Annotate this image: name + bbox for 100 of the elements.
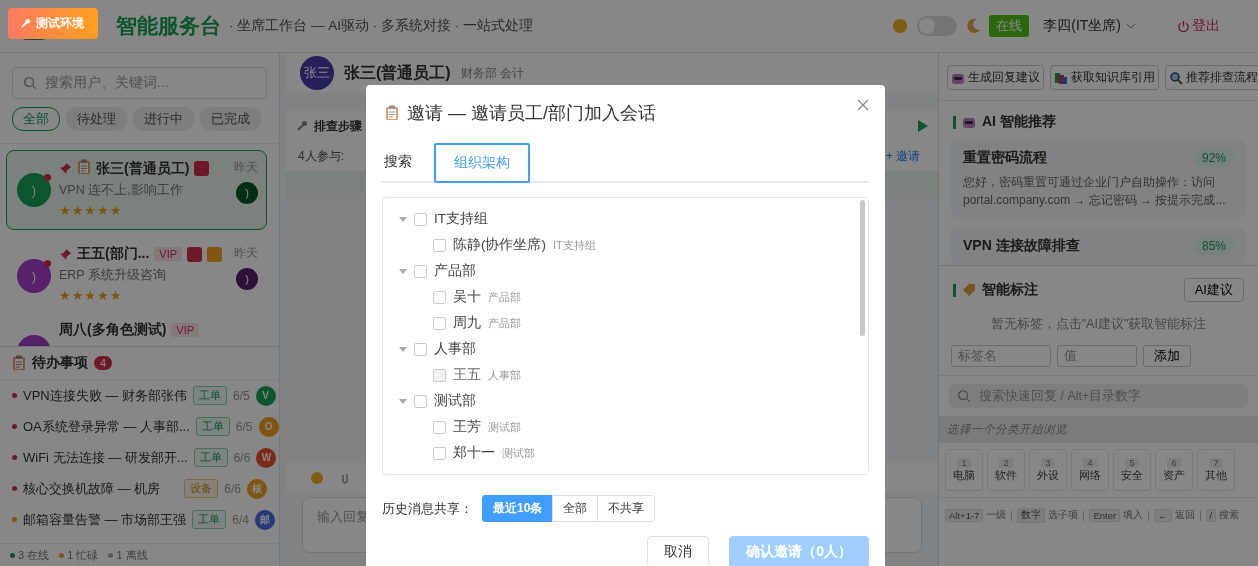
filter-tab[interactable]: 全部 xyxy=(12,107,60,131)
employee-name: 郑十一 xyxy=(453,444,495,462)
match-score: 85% xyxy=(1193,237,1234,255)
contact-name: 张三(普通员工) xyxy=(344,62,451,83)
caret-icon[interactable] xyxy=(399,215,407,223)
star-icon: ★ xyxy=(96,203,110,218)
recommendation-card[interactable]: VPN 连接故障排查 85% xyxy=(951,227,1246,265)
key-cap: Alt+1-7 xyxy=(945,509,984,522)
department-name: 人事部 xyxy=(434,340,476,358)
moon-icon xyxy=(965,18,982,34)
avatar: O xyxy=(258,416,279,437)
category-button[interactable]: 1 电脑 xyxy=(945,449,983,491)
app-title: 智能服务台 xyxy=(116,13,221,39)
search-icon xyxy=(957,389,971,403)
paperclip-icon[interactable] xyxy=(340,471,350,485)
status-badge: 在线 xyxy=(989,15,1030,37)
status-count: 1 离线 xyxy=(116,548,148,563)
ai-action-button[interactable]: 推荐排查流程 xyxy=(1165,65,1258,90)
recommendation-card[interactable]: 重置密码流程 92% 您好，密码重置可通过企业门户自助操作：访问 portal.company.com → 忘记密码 → 按提示完成... xyxy=(951,139,1246,219)
power-icon xyxy=(1177,19,1190,33)
invite-link[interactable]: + 邀请 xyxy=(879,146,926,166)
employee-name: 王芳 xyxy=(453,418,481,436)
avatar: 张三 xyxy=(300,56,334,90)
recommendation-text: 您好，密码重置可通过企业门户自助操作：访问 portal.company.com → 忘记密码 → 按提示完成... xyxy=(963,174,1227,209)
play-icon[interactable] xyxy=(918,120,928,132)
history-option[interactable]: 全部 xyxy=(552,495,599,522)
department-name: 产品部 xyxy=(434,262,476,280)
key-cap: / xyxy=(1205,509,1217,522)
employee-department: 人事部 xyxy=(488,367,521,383)
user-menu[interactable]: 李四(IT坐席) xyxy=(1037,16,1143,36)
key-cap: Enter xyxy=(1089,509,1121,522)
star-icon: ★ xyxy=(84,203,97,218)
checkbox[interactable] xyxy=(433,290,446,304)
department-name: 测试部 xyxy=(434,392,476,410)
history-label: 历史消息共享： xyxy=(382,499,473,518)
add-button[interactable]: 添加 xyxy=(1143,345,1191,367)
clipboard-icon xyxy=(385,105,399,121)
wrench-icon xyxy=(296,120,308,132)
todo-title[interactable]: 核心交换机故障 — 机房 xyxy=(23,479,179,498)
ai-action-button[interactable]: 获取知识库引用 xyxy=(1050,65,1159,90)
category-button[interactable]: 7 其他 xyxy=(1197,449,1235,491)
key-cap: ← xyxy=(1154,509,1172,522)
message-preview: ERP 系统升级咨询 xyxy=(59,267,167,284)
category-button[interactable]: 5 安全 xyxy=(1113,449,1151,491)
employee-department: IT支持组 xyxy=(553,237,596,253)
vip-tag: VIP xyxy=(154,247,183,261)
history-option[interactable]: 最近10条 xyxy=(482,495,554,522)
type-tag: 工单 xyxy=(195,417,230,436)
checkbox[interactable] xyxy=(414,264,427,278)
checkbox[interactable] xyxy=(433,316,446,330)
match-score: 92% xyxy=(1193,149,1234,167)
logout-button[interactable]: 登出 xyxy=(1171,16,1226,36)
avatar: 邮 xyxy=(254,509,275,530)
todo-title[interactable]: VPN连接失败 — 财务部张伟 xyxy=(23,386,187,405)
checkbox[interactable] xyxy=(414,212,427,226)
type-tag: 设备 xyxy=(184,479,219,498)
contact-name: 王五(部门... xyxy=(77,245,150,263)
caret-icon[interactable] xyxy=(399,397,407,405)
filter-tab[interactable]: 进行中 xyxy=(133,107,194,131)
category-button[interactable]: 2 软件 xyxy=(987,449,1025,491)
employee-name: 吴十 xyxy=(453,288,481,306)
employee-department: 产品部 xyxy=(488,315,521,331)
checkbox[interactable] xyxy=(433,446,446,460)
checkbox[interactable] xyxy=(414,342,427,356)
todo-title[interactable]: 邮箱容量告警 — 市场部王强 xyxy=(23,510,187,529)
history-option[interactable]: 不共享 xyxy=(597,495,656,522)
ai-action-button[interactable]: 生成回复建议 xyxy=(947,65,1044,90)
checkbox[interactable] xyxy=(433,420,446,434)
filter-tab[interactable]: 已完成 xyxy=(200,107,261,131)
dialog-tab[interactable]: 搜索 xyxy=(382,143,414,181)
cancel-button[interactable]: 取消 xyxy=(647,536,710,566)
clipboard-icon xyxy=(77,159,91,175)
search-icon xyxy=(23,76,37,90)
shortcut-label: 填入 xyxy=(1123,509,1144,522)
checkbox[interactable] xyxy=(414,394,427,408)
todo-title[interactable]: OA系统登录异常 — 人事部... xyxy=(23,417,190,436)
caret-icon[interactable] xyxy=(399,345,407,353)
contact-name: 周八(多角色测试) xyxy=(59,321,167,339)
emoji-icon[interactable] xyxy=(310,471,324,485)
ai-suggest-button[interactable]: AI建议 xyxy=(1183,278,1244,302)
employee-department: 测试部 xyxy=(502,445,535,461)
vip-tag: VIP xyxy=(171,323,200,337)
checkbox[interactable] xyxy=(433,238,446,252)
message-preview: VPN 连不上,影响工作 xyxy=(59,182,184,199)
robot-icon xyxy=(962,115,976,129)
filter-tab[interactable]: 待处理 xyxy=(66,107,127,131)
star-icon: ★ xyxy=(71,288,85,303)
employee-department: 产品部 xyxy=(488,289,521,305)
star-icon: ★ xyxy=(84,288,97,303)
clipboard-icon xyxy=(12,355,26,371)
recommendation-title: VPN 连接故障排查 xyxy=(963,237,1080,255)
caret-icon[interactable] xyxy=(399,267,407,275)
todo-title[interactable]: WiFi 无法连接 — 研发部开... xyxy=(23,448,188,467)
app-subtitle: · 坐席工作台 — AI驱动 · 多系统对接 · 一站式处理 xyxy=(229,17,533,35)
count-badge: 4 xyxy=(94,356,113,370)
section-title: 待办事项 xyxy=(32,354,88,372)
dialog-tab[interactable]: 组织架构 xyxy=(434,143,530,183)
type-tag: 工单 xyxy=(193,448,228,467)
recommendation-title: 重置密码流程 xyxy=(963,149,1047,167)
category-button[interactable]: 6 资产 xyxy=(1155,449,1193,491)
